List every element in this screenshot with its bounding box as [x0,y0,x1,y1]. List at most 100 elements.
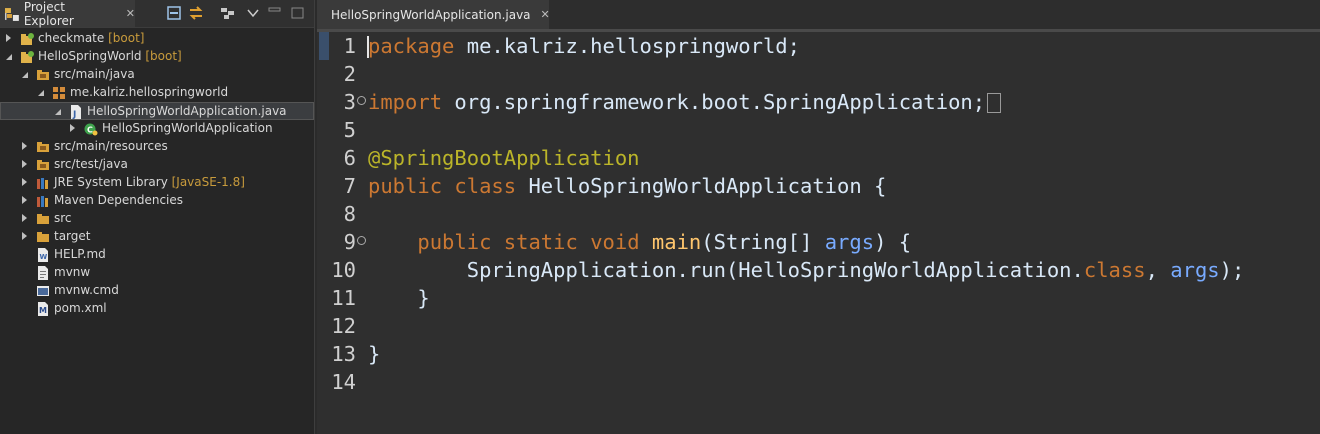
current-line-marker [319,32,329,60]
tree-item[interactable]: src/test/java [0,156,314,174]
tree-item[interactable]: C HelloSpringWorldApplication [0,120,314,138]
code-line[interactable]: 2 [317,60,1320,88]
maximize-icon[interactable] [290,6,306,20]
project-explorer-icon [4,7,19,21]
tree-item-label: Maven Dependencies [54,193,184,207]
expanded-twisty-icon[interactable] [55,109,61,115]
code-line[interactable]: 12 [317,312,1320,340]
collapsed-twisty-icon[interactable] [22,142,27,150]
svg-text:M: M [39,306,47,315]
collapsed-twisty-icon[interactable] [70,124,75,132]
tree-item[interactable]: J HelloSpringWorldApplication.java [0,102,314,120]
tree-item-label: HelloSpringWorld [boot] [38,49,182,63]
tree-item-label: JRE System Library [JavaSE-1.8] [54,175,245,189]
project-explorer-tab[interactable]: Project Explorer ✕ [0,0,135,28]
expanded-twisty-icon[interactable] [38,90,44,96]
editor-tab[interactable]: J HelloSpringWorldApplication.java ✕ [317,0,550,29]
editor-tab-title: HelloSpringWorldApplication.java [331,7,531,22]
folder-icon [37,232,49,242]
code-text: SpringApplication.run(HelloSpringWorldAp… [368,258,1245,282]
view-menu-icon[interactable] [245,6,261,20]
fold-toggle-icon[interactable] [357,236,366,245]
filter-icon[interactable] [220,6,236,20]
code-line[interactable]: 1 package me.kalriz.hellospringworld; [317,32,1320,60]
tree-item[interactable]: Maven Dependencies [0,192,314,210]
tree-item-label: mvnw.cmd [54,283,119,297]
text-caret [367,36,369,58]
link-with-editor-icon[interactable] [188,6,204,20]
markdown-file-icon: W [38,248,48,262]
tree-item-label: HelloSpringWorldApplication.java [87,104,287,118]
code-text: public static void main(String[] args) { [417,230,912,254]
cmd-file-icon [37,286,49,296]
expanded-twisty-icon[interactable] [22,72,28,78]
collapse-all-icon[interactable] [166,6,182,20]
tree-item[interactable]: Mpom.xml [0,300,314,318]
library-icon [37,178,48,189]
tree-item-label: src/main/resources [54,139,168,153]
tree-item-label: pom.xml [54,301,107,315]
fold-toggle-icon[interactable] [357,96,366,105]
line-number: 10 [331,258,356,282]
tree-item-label: src/test/java [54,157,128,171]
tree-item[interactable]: me.kalriz.hellospringworld [0,84,314,102]
code-line[interactable]: 6 @SpringBootApplication [317,144,1320,172]
minimize-icon[interactable] [267,6,283,20]
svg-text:W: W [40,253,48,261]
package-icon [53,87,65,99]
collapsed-twisty-icon[interactable] [6,34,11,42]
line-number: 12 [331,314,356,338]
line-number: 14 [331,370,356,394]
code-line[interactable]: 10 SpringApplication.run(HelloSpringWorl… [317,256,1320,284]
line-number: 6 [343,146,356,170]
tree-item[interactable]: checkmate [boot] [0,30,314,48]
source-folder-icon [37,160,49,170]
tree-item-decoration: [boot] [141,49,182,63]
editor-tabbar: J HelloSpringWorldApplication.java ✕ [317,0,1320,32]
tree-item-label: mvnw [54,265,91,279]
tree-item-decoration: [JavaSE-1.8] [167,175,245,189]
tree-item[interactable]: W HELP.md [0,246,314,264]
maven-file-icon: M [38,302,48,316]
expanded-twisty-icon[interactable] [6,54,12,60]
tree-item-label: target [54,229,91,243]
tree-item[interactable]: mvnw [0,264,314,282]
line-number: 7 [343,174,356,198]
collapsed-twisty-icon[interactable] [22,160,27,168]
tree-item[interactable]: mvnw.cmd [0,282,314,300]
tree-item[interactable]: target [0,228,314,246]
code-line[interactable]: 13} [317,340,1320,368]
code-line[interactable]: 5 [317,116,1320,144]
code-line[interactable]: 8 [317,200,1320,228]
code-text: @SpringBootApplication [368,146,640,170]
code-area[interactable]: 1 package me.kalriz.hellospringworld; 2 3 im… [317,32,1320,434]
tree-item[interactable]: src [0,210,314,228]
code-line[interactable]: 9 public static void main(String[] args)… [317,228,1320,256]
line-number: 8 [343,202,356,226]
code-line[interactable]: 3 import org.springframework.boot.SpringA… [317,88,1320,116]
tree-item[interactable]: JRE System Library [JavaSE-1.8] [0,174,314,192]
close-icon[interactable]: ✕ [126,7,135,20]
tree-item[interactable]: HelloSpringWorld [boot] [0,48,314,66]
tree-item-decoration: [boot] [104,31,145,45]
collapsed-twisty-icon[interactable] [22,178,27,186]
collapsed-twisty-icon[interactable] [22,196,27,204]
line-number: 13 [331,342,356,366]
code-text: import org.springframework.boot.SpringAp… [368,90,1002,114]
tree-item-label: checkmate [boot] [38,31,145,45]
close-icon[interactable]: ✕ [541,8,550,21]
collapsed-twisty-icon[interactable] [22,232,27,240]
collapsed-twisty-icon[interactable] [22,214,27,222]
code-line[interactable]: 7 public class HelloSpringWorldApplicatio… [317,172,1320,200]
tree-item-label: src/main/java [54,67,135,81]
project-explorer-title: Project Explorer [23,0,74,28]
source-folder-icon [37,70,49,80]
code-line[interactable]: 11 } [317,284,1320,312]
class-icon: C [84,123,98,136]
code-line[interactable]: 14 [317,368,1320,396]
project-explorer-view: Project Explorer ✕ checkmate [boot] Hello… [0,0,315,434]
tree-item[interactable]: src/main/java [0,66,314,84]
collapsed-region-icon[interactable] [987,93,1002,113]
tree-item[interactable]: src/main/resources [0,138,314,156]
tree-item-label: me.kalriz.hellospringworld [70,85,229,99]
